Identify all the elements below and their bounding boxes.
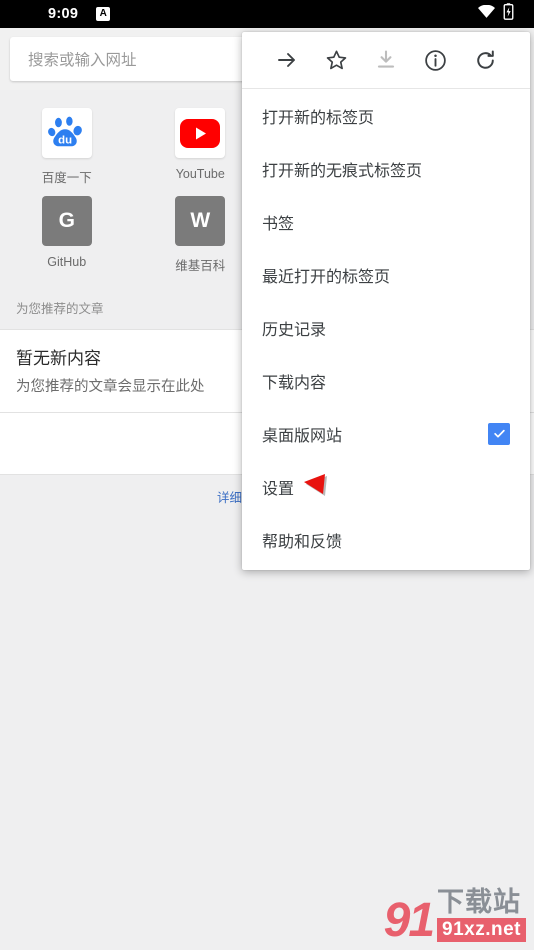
- menu-item-label: 最近打开的标签页: [262, 268, 391, 286]
- shortcut-tile-label: YouTube: [175, 167, 225, 181]
- menu-item-label: 帮助和反馈: [262, 533, 343, 551]
- shortcut-tile-youtube[interactable]: YouTube: [147, 108, 253, 186]
- menu-item-label: 历史记录: [262, 321, 327, 339]
- shortcut-tile-label: GitHub: [47, 255, 87, 269]
- menu-item-help-and-feedback[interactable]: 帮助和反馈: [242, 513, 530, 566]
- overflow-menu-toolbar: [242, 32, 530, 89]
- menu-item-label: 书签: [262, 215, 295, 233]
- download-icon: [361, 48, 411, 72]
- page-info-icon[interactable]: [411, 48, 461, 73]
- menu-item-new-tab[interactable]: 打开新的标签页: [242, 89, 530, 142]
- menu-item-desktop-site[interactable]: 桌面版网站: [242, 407, 530, 460]
- shortcut-tile-github[interactable]: G GitHub: [14, 196, 120, 274]
- baidu-icon: du: [41, 108, 92, 158]
- wikipedia-letter-icon: W: [175, 196, 226, 246]
- menu-item-new-incognito-tab[interactable]: 打开新的无痕式标签页: [242, 142, 530, 195]
- menu-item-settings[interactable]: 设置: [242, 460, 530, 513]
- status-bar-indicators: [478, 3, 514, 25]
- youtube-icon: [175, 108, 226, 158]
- menu-item-label: 下载内容: [262, 374, 327, 392]
- reload-icon[interactable]: [460, 48, 510, 73]
- overflow-menu: 打开新的标签页 打开新的无痕式标签页 书签 最近打开的标签页 历史记录 下载内容…: [242, 32, 530, 570]
- github-letter-icon: G: [41, 196, 92, 246]
- shortcut-tile-wikipedia[interactable]: W 维基百科: [147, 196, 253, 274]
- watermark-site-name: 下载站: [437, 886, 522, 917]
- forward-arrow-icon[interactable]: [262, 48, 312, 72]
- watermark-text: 下载站 91xz.net: [437, 886, 526, 942]
- menu-item-history[interactable]: 历史记录: [242, 301, 530, 354]
- menu-item-label: 桌面版网站: [262, 427, 343, 445]
- watermark: 91 下载站 91xz.net: [383, 886, 526, 947]
- shortcut-tile-label: 百度一下: [41, 171, 92, 185]
- menu-item-label: 打开新的无痕式标签页: [262, 162, 423, 180]
- bookmark-star-icon[interactable]: [312, 48, 362, 73]
- battery-charging-icon: [503, 3, 514, 25]
- menu-item-label: 打开新的标签页: [262, 109, 375, 127]
- watermark-url: 91xz.net: [437, 918, 526, 942]
- watermark-logo: 91: [383, 893, 435, 947]
- status-bar: 9:09 A: [0, 0, 534, 28]
- omnibox-placeholder: 搜索或输入网址: [28, 52, 137, 69]
- menu-item-bookmarks[interactable]: 书签: [242, 195, 530, 248]
- menu-item-recent-tabs[interactable]: 最近打开的标签页: [242, 248, 530, 301]
- status-bar-clock: 9:09: [48, 6, 79, 22]
- menu-item-downloads[interactable]: 下载内容: [242, 354, 530, 407]
- svg-text:du: du: [58, 134, 72, 146]
- desktop-site-checkbox[interactable]: [488, 422, 510, 445]
- wifi-icon: [478, 4, 495, 23]
- shortcut-tile-label: 维基百科: [175, 259, 226, 273]
- screen: 9:09 A 搜索或输入网址 du 百度一下 YouTube G GitHub …: [0, 0, 534, 950]
- menu-item-label: 设置: [262, 480, 295, 498]
- app-notification-icon: A: [96, 7, 111, 21]
- shortcut-tile-baidu[interactable]: du 百度一下: [14, 108, 120, 186]
